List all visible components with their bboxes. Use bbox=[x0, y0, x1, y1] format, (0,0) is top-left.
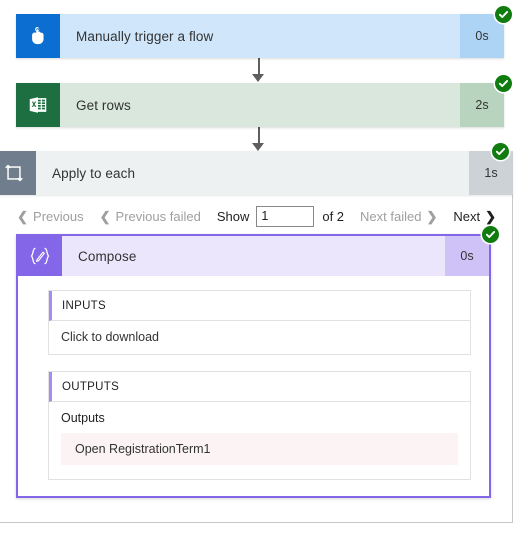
previous-failed-button-label: Previous failed bbox=[115, 208, 201, 224]
next-button[interactable]: Next ❯ bbox=[445, 209, 504, 224]
compose-body: INPUTS Click to download OUTPUTS Outputs… bbox=[18, 276, 489, 496]
status-success-icon bbox=[495, 75, 512, 92]
previous-button-label: Previous bbox=[33, 208, 84, 224]
chevron-left-icon: ❮ bbox=[99, 208, 111, 224]
outputs-panel-header: OUTPUTS bbox=[49, 372, 470, 402]
page-number-input[interactable] bbox=[256, 205, 315, 227]
connector-trigger-to-getrows bbox=[258, 58, 260, 75]
flow-step-title: Compose bbox=[78, 248, 137, 264]
chevron-left-icon: ❮ bbox=[17, 208, 29, 224]
connector-getrows-to-applytoeach bbox=[258, 127, 260, 144]
connector-arrow-getrows-to-applytoeach bbox=[252, 143, 264, 151]
tap-hand-icon bbox=[16, 14, 60, 58]
inputs-panel: INPUTS Click to download bbox=[48, 290, 471, 355]
chevron-right-icon: ❯ bbox=[485, 208, 496, 224]
outputs-panel: OUTPUTS Outputs Open RegistrationTerm1 bbox=[48, 371, 471, 480]
next-failed-button[interactable]: Next failed ❯ bbox=[352, 209, 445, 224]
outputs-panel-content: Outputs Open RegistrationTerm1 bbox=[49, 402, 470, 479]
chevron-right-icon: ❯ bbox=[426, 208, 438, 224]
inputs-panel-header: INPUTS bbox=[49, 291, 470, 321]
next-button-label: Next bbox=[453, 208, 481, 224]
of-total-pages-label: of 2 bbox=[322, 208, 345, 224]
flow-step-title: Apply to each bbox=[52, 165, 136, 181]
outputs-field-label: Outputs bbox=[61, 411, 105, 425]
outputs-field-value[interactable]: Open RegistrationTerm1 bbox=[61, 433, 458, 465]
excel-icon bbox=[16, 83, 60, 127]
iteration-pagination: ❮ Previous ❮ Previous failed Show of 2 N… bbox=[16, 203, 504, 229]
flow-step-duration: 0s bbox=[445, 236, 489, 276]
status-success-icon bbox=[495, 6, 512, 23]
status-success-icon bbox=[492, 143, 509, 160]
next-failed-button-label: Next failed bbox=[360, 208, 422, 224]
status-success-icon bbox=[482, 226, 499, 243]
flow-step-manually-trigger-a-flow[interactable]: Manually trigger a flow 0s bbox=[16, 6, 512, 58]
previous-failed-button[interactable]: ❮ Previous failed bbox=[92, 209, 209, 224]
foreach-loop-icon bbox=[0, 151, 36, 195]
compose-card-header[interactable]: Compose 0s bbox=[18, 226, 499, 276]
flow-step-apply-to-each[interactable]: Apply to each 1s bbox=[0, 143, 513, 195]
show-label: Show bbox=[216, 208, 250, 224]
flow-step-title: Get rows bbox=[76, 97, 131, 113]
connector-arrow-trigger-to-getrows bbox=[252, 74, 264, 82]
compose-action-card[interactable]: Compose 0s INPUTS Click to download OUTP… bbox=[16, 226, 499, 498]
compose-braces-icon bbox=[18, 236, 62, 276]
inputs-download-link[interactable]: Click to download bbox=[49, 321, 470, 354]
flow-step-get-rows[interactable]: Get rows 2s bbox=[16, 75, 512, 127]
previous-button[interactable]: ❮ Previous bbox=[9, 209, 91, 224]
flow-step-title: Manually trigger a flow bbox=[76, 28, 214, 44]
